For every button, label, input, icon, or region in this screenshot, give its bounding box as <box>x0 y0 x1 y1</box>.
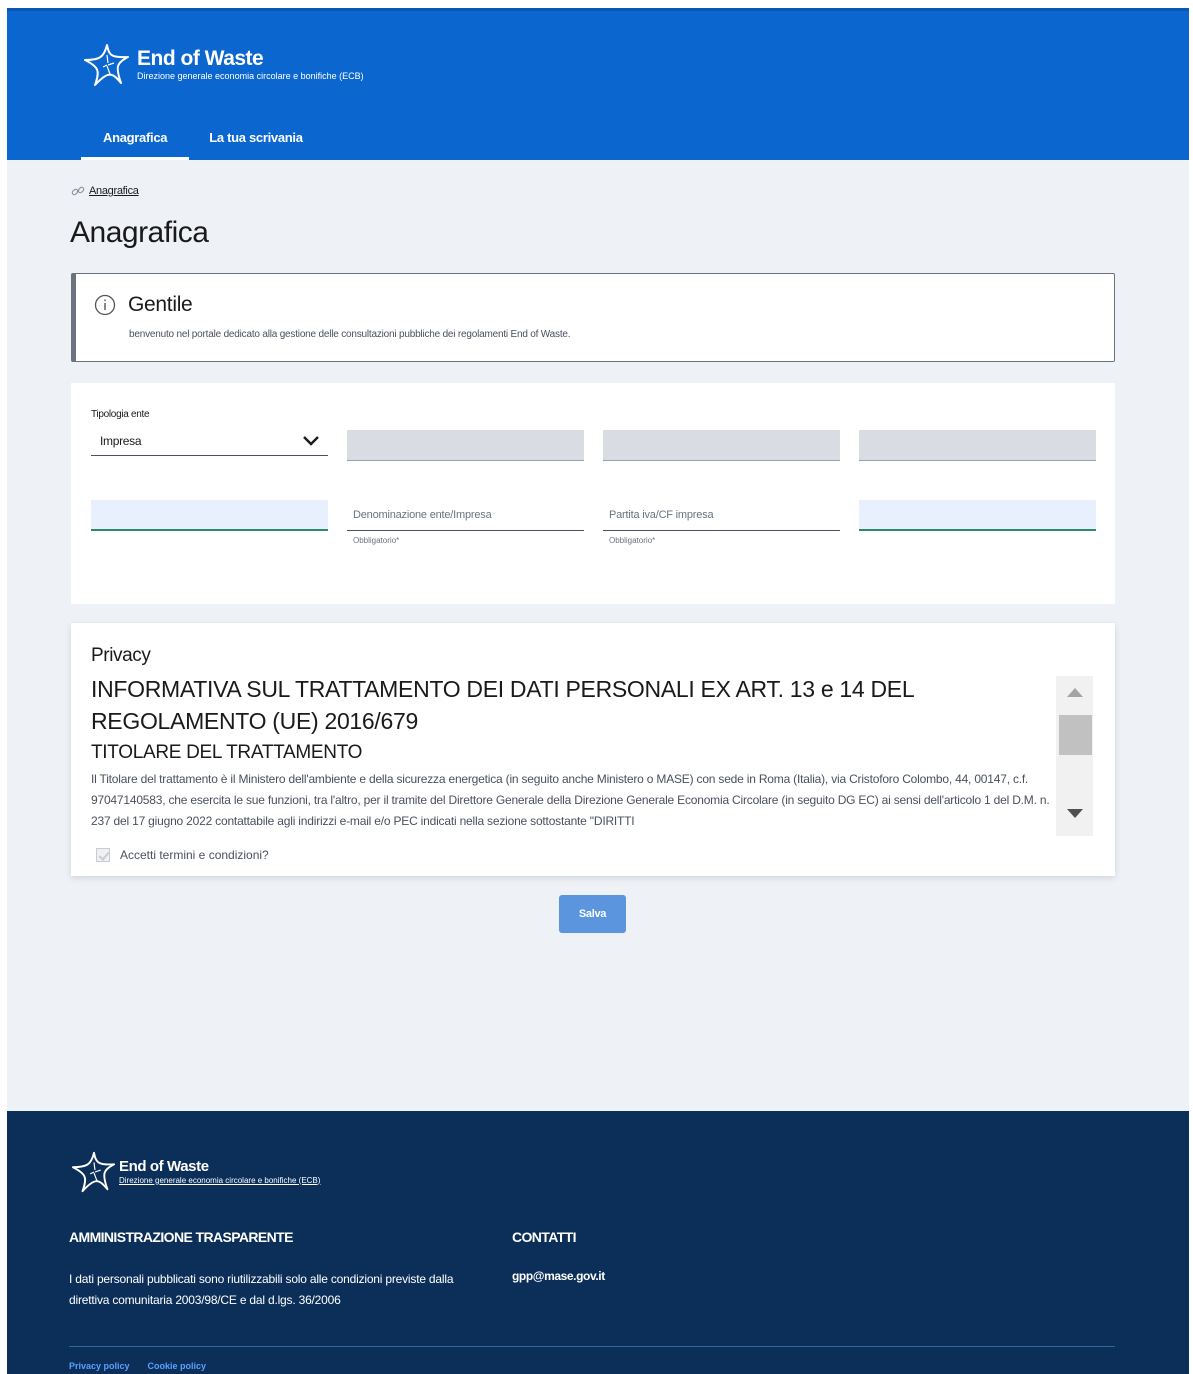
footer-email-link[interactable]: gpp@mase.gov.it <box>512 1269 605 1283</box>
cookie-policy-link[interactable]: Cookie policy <box>148 1361 207 1371</box>
nav-item-scrivania[interactable]: La tua scrivania <box>189 126 324 160</box>
registry-form: Tipologia ente Impresa Denominazione ent… <box>71 383 1115 604</box>
disabled-field-2 <box>603 430 840 461</box>
callout-title: Gentile <box>94 293 193 317</box>
partita-iva-input[interactable]: Partita iva/CF impresa <box>603 500 840 531</box>
breadcrumb-anagrafica[interactable]: Anagrafica <box>89 185 139 197</box>
main-nav: Anagrafica La tua scrivania <box>81 126 325 160</box>
scroll-thumb[interactable] <box>1059 715 1092 755</box>
accept-terms-checkbox[interactable] <box>96 848 110 862</box>
disabled-field-3 <box>859 430 1096 461</box>
info-icon <box>94 294 116 316</box>
privacy-text: Il Titolare del trattamento è il Ministe… <box>91 772 1050 828</box>
site-header: End of Waste Direzione generale economia… <box>7 8 1189 160</box>
tipologia-ente-value: Impresa <box>100 433 142 448</box>
link-icon <box>71 186 85 196</box>
footer-title: End of Waste <box>119 1157 209 1175</box>
partita-iva-helper: Obbligatorio* <box>609 536 656 545</box>
accept-terms-label: Accetti termini e condizioni? <box>120 848 269 862</box>
partita-iva-field[interactable]: Partita iva/CF impresa Obbligatorio* <box>603 500 840 545</box>
site-subtitle: Direzione generale economia circolare e … <box>137 71 364 81</box>
tipologia-ente-select[interactable]: Tipologia ente Impresa <box>91 409 328 456</box>
footer-subtitle[interactable]: Direzione generale economia circolare e … <box>119 1175 320 1186</box>
footer-col2-title: CONTATTI <box>512 1229 576 1245</box>
site-title: End of Waste <box>137 47 264 70</box>
disabled-field-1 <box>347 430 584 461</box>
callout-text: benvenuto nel portale dedicato alla gest… <box>129 329 571 340</box>
footer-col1-title: AMMINISTRAZIONE TRASPARENTE <box>69 1229 293 1245</box>
site-footer: End of Waste Direzione generale economia… <box>7 1111 1189 1374</box>
tipologia-ente-value-box[interactable]: Impresa <box>91 426 328 456</box>
privacy-policy-link[interactable]: Privacy policy <box>69 1361 130 1371</box>
autofilled-field-2[interactable] <box>859 500 1096 531</box>
denominazione-input[interactable]: Denominazione ente/Impresa <box>347 500 584 531</box>
nav-item-anagrafica[interactable]: Anagrafica <box>81 126 190 160</box>
starfish-logo-icon <box>71 1151 116 1193</box>
footer-divider <box>69 1346 1115 1347</box>
header-topline <box>7 8 1189 11</box>
chevron-down-icon <box>303 435 319 446</box>
denominazione-field[interactable]: Denominazione ente/Impresa Obbligatorio* <box>347 500 584 545</box>
breadcrumb: Anagrafica <box>71 184 139 198</box>
denominazione-helper: Obbligatorio* <box>353 536 400 545</box>
privacy-card: Privacy INFORMATIVA SUL TRATTAMENTO DEI … <box>71 623 1115 876</box>
scroll-up-icon[interactable] <box>1067 688 1083 697</box>
welcome-callout: Gentile benvenuto nel portale dedicato a… <box>71 273 1115 362</box>
accept-terms[interactable]: Accetti termini e condizioni? <box>96 848 269 862</box>
brand[interactable]: End of Waste Direzione generale economia… <box>81 41 364 89</box>
footer-brand[interactable]: End of Waste Direzione generale economia… <box>69 1149 320 1195</box>
privacy-heading: INFORMATIVA SUL TRATTAMENTO DEI DATI PER… <box>91 676 914 734</box>
tipologia-ente-label: Tipologia ente <box>91 409 150 420</box>
footer-links: Privacy policy Cookie policy <box>69 1361 206 1371</box>
starfish-logo-icon <box>84 44 129 86</box>
autofilled-field-1[interactable] <box>91 500 328 531</box>
callout-title-text: Gentile <box>128 293 193 316</box>
privacy-subheading: TITOLARE DEL TRATTAMENTO <box>91 742 363 763</box>
page-title: Anagrafica <box>70 216 209 249</box>
scroll-down-icon[interactable] <box>1067 809 1083 818</box>
privacy-title: Privacy <box>91 645 151 666</box>
page-frame: End of Waste Direzione generale economia… <box>7 8 1189 1374</box>
privacy-scroll-area[interactable]: INFORMATIVA SUL TRATTAMENTO DEI DATI PER… <box>91 673 1096 843</box>
footer-col1-text: I dati personali pubblicati sono riutili… <box>69 1272 454 1307</box>
privacy-scrollbar[interactable] <box>1056 676 1093 836</box>
save-button[interactable]: Salva <box>559 895 626 933</box>
